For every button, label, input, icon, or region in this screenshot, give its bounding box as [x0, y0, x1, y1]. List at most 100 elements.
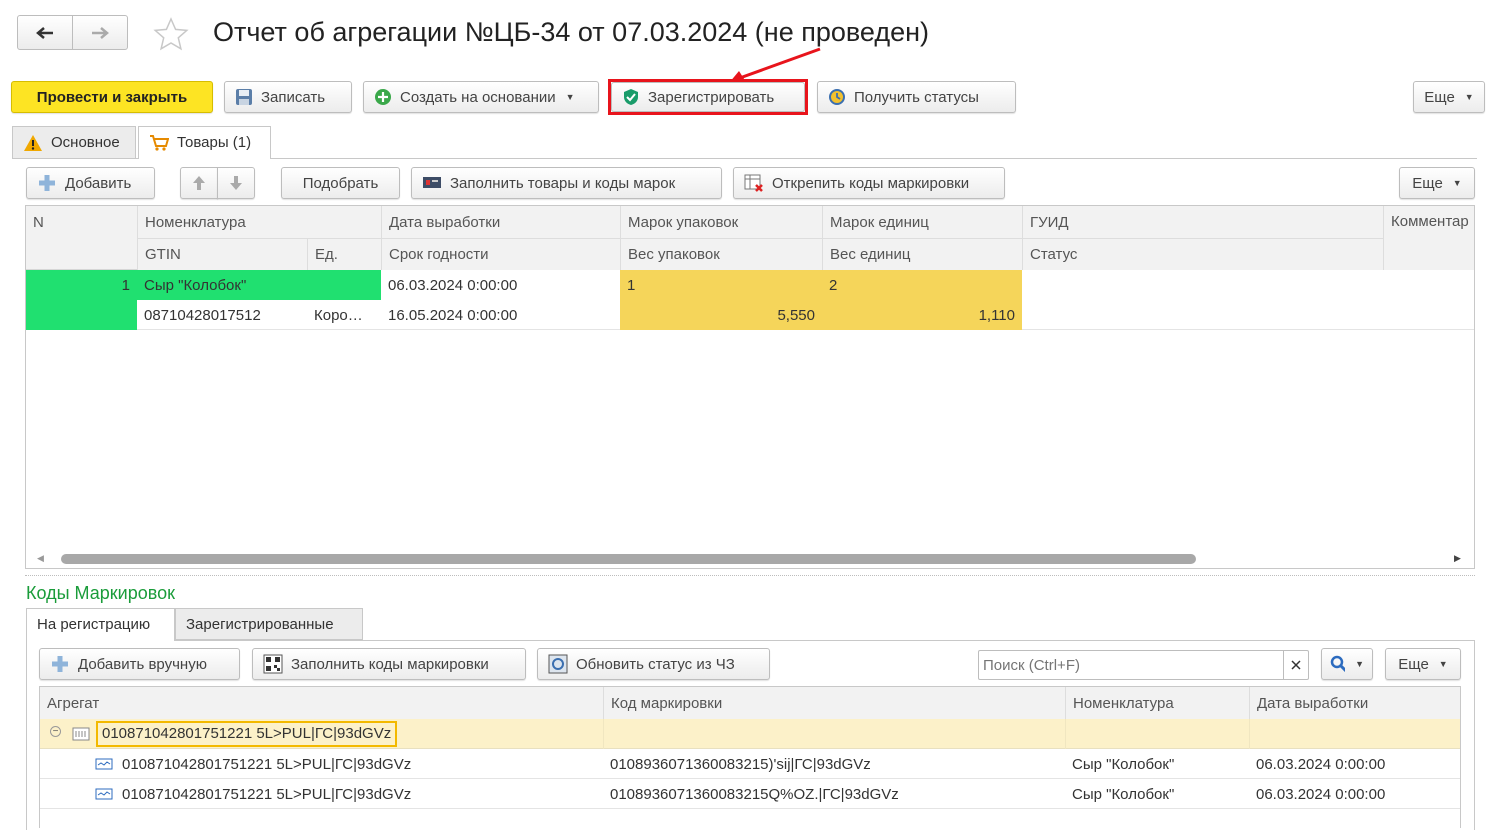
pick-button[interactable]: Подобрать	[281, 167, 400, 199]
header-production-date[interactable]: Дата выработки	[1249, 687, 1460, 719]
cell-aggregate[interactable]: 010871042801751221 5L>PUL|ГС|93dGVz	[115, 779, 603, 809]
collapse-icon[interactable]: −	[50, 726, 61, 737]
header-expiry-date[interactable]: Срок годности	[381, 238, 620, 270]
header-unit-weight[interactable]: Вес единиц	[822, 238, 1022, 270]
cell-unit[interactable]: Коро…	[307, 300, 381, 330]
goods-more-button[interactable]: Еще ▼	[1399, 167, 1475, 199]
back-button[interactable]	[17, 15, 73, 50]
tab-for-registration-joint	[27, 640, 174, 641]
move-up-button[interactable]	[180, 167, 218, 199]
chevron-down-icon: ▼	[1452, 178, 1462, 188]
cell-pack-marks[interactable]: 1	[620, 270, 822, 300]
cell-production-date[interactable]: 06.03.2024 0:00:00	[381, 270, 620, 300]
cell-mark-code[interactable]: 0108936071360083215)'sij|ГС|93dGVz	[603, 749, 1065, 779]
clear-search-button[interactable]	[1283, 651, 1308, 679]
plus-icon	[52, 656, 68, 672]
codes-more-label: Еще	[1398, 655, 1429, 673]
star-icon[interactable]	[152, 16, 190, 52]
chevron-down-icon: ▼	[565, 92, 575, 102]
warning-icon	[24, 134, 42, 151]
tab-goods[interactable]: Товары (1)	[138, 126, 271, 159]
group-aggregate-code[interactable]: 010871042801751221 5L>PUL|ГС|93dGVz	[96, 721, 398, 747]
cell-n[interactable]: 1	[26, 270, 137, 330]
arrow-left-icon	[36, 26, 53, 39]
header-unit-marks[interactable]: Марок единиц	[822, 206, 1022, 238]
fill-codes-button[interactable]: Заполнить коды маркировки	[252, 648, 526, 680]
header-mark-code[interactable]: Код маркировки	[603, 687, 1065, 719]
tab-for-registration[interactable]: На регистрацию	[26, 608, 175, 641]
tab-registered-label: Зарегистрированные	[186, 615, 334, 633]
cell-unit-marks[interactable]: 2	[822, 270, 1022, 300]
cell-aggregate[interactable]: 010871042801751221 5L>PUL|ГС|93dGVz	[115, 749, 603, 779]
add-button[interactable]: Добавить	[26, 167, 155, 199]
table-row[interactable]: 010871042801751221 5L>PUL|ГС|93dGVz 0108…	[40, 779, 1460, 809]
register-highlight-frame	[608, 79, 808, 115]
fill-goods-codes-label: Заполнить товары и коды марок	[450, 174, 676, 192]
arrow-right-icon	[92, 26, 109, 39]
update-status-label: Обновить статус из ЧЗ	[576, 655, 735, 673]
plus-circle-icon	[375, 89, 391, 105]
aggregate-box-icon	[72, 727, 90, 741]
post-and-close-button[interactable]: Провести и закрыть	[11, 81, 213, 113]
update-status-button[interactable]: Обновить статус из ЧЗ	[537, 648, 770, 680]
cell-gtin[interactable]: 08710428017512	[137, 300, 307, 330]
post-and-close-label: Провести и закрыть	[36, 88, 188, 106]
scroll-left-icon[interactable]: ◀	[37, 553, 44, 564]
tab-registered[interactable]: Зарегистрированные	[175, 608, 363, 640]
get-statuses-label: Получить статусы	[854, 88, 979, 106]
scrollbar-thumb[interactable]	[61, 554, 1196, 564]
tab-goods-joint	[139, 158, 270, 159]
qr-code-icon	[263, 654, 283, 674]
more-button[interactable]: Еще ▼	[1413, 81, 1485, 113]
cell-nomenclature[interactable]: Сыр "Колобок"	[137, 270, 381, 300]
header-comment[interactable]: Комментар	[1383, 206, 1474, 270]
get-statuses-button[interactable]: Получить статусы	[817, 81, 1016, 113]
header-production-date[interactable]: Дата выработки	[381, 206, 620, 238]
cell-expiry-date[interactable]: 16.05.2024 0:00:00	[381, 300, 620, 330]
header-nomenclature[interactable]: Номенклатура	[137, 206, 381, 238]
move-down-button[interactable]	[217, 167, 255, 199]
splitter[interactable]	[25, 575, 1475, 576]
cell-pack-weight[interactable]: 5,550	[620, 300, 822, 330]
search-button[interactable]: ▼	[1321, 648, 1373, 680]
header-n[interactable]: N	[26, 206, 137, 238]
header-gtin[interactable]: GTIN	[137, 238, 307, 270]
add-manual-label: Добавить вручную	[78, 655, 207, 673]
add-manual-button[interactable]: Добавить вручную	[39, 648, 240, 680]
header-unit[interactable]: Ед.	[307, 238, 381, 270]
search-input[interactable]	[979, 651, 1283, 679]
cell-unit-weight[interactable]: 1,110	[822, 300, 1022, 330]
tab-for-registration-label: На регистрацию	[37, 616, 151, 633]
status-update-icon	[548, 654, 568, 674]
forward-button[interactable]	[72, 15, 128, 50]
fill-goods-codes-button[interactable]: Заполнить товары и коды марок	[411, 167, 722, 199]
search-input-wrapper	[978, 650, 1309, 680]
arrow-down-icon	[230, 176, 242, 190]
header-nomenclature[interactable]: Номенклатура	[1065, 687, 1249, 719]
cell-production-date[interactable]: 06.03.2024 0:00:00	[1249, 779, 1460, 809]
group-col-divider	[603, 719, 604, 749]
header-aggregate[interactable]: Агрегат	[40, 687, 603, 719]
tab-main[interactable]: Основное	[12, 126, 136, 159]
scanner-icon	[423, 177, 441, 188]
cell-nomenclature[interactable]: Сыр "Колобок"	[1065, 749, 1249, 779]
chevron-down-icon: ▼	[1355, 659, 1364, 669]
cell-production-date[interactable]: 06.03.2024 0:00:00	[1249, 749, 1460, 779]
horizontal-scrollbar[interactable]: ◀ ▶	[26, 550, 1474, 568]
codes-more-button[interactable]: Еще ▼	[1385, 648, 1461, 680]
create-based-on-button[interactable]: Создать на основании ▼	[363, 81, 599, 113]
group-row[interactable]: − 010871042801751221 5L>PUL|ГС|93dGVz	[40, 719, 1460, 749]
table-row[interactable]: 010871042801751221 5L>PUL|ГС|93dGVz 0108…	[40, 749, 1460, 779]
scroll-right-icon[interactable]: ▶	[1454, 553, 1461, 564]
cell-nomenclature[interactable]: Сыр "Колобок"	[1065, 779, 1249, 809]
detach-codes-button[interactable]: Открепить коды маркировки	[733, 167, 1005, 199]
header-guid[interactable]: ГУИД	[1022, 206, 1383, 238]
cell-mark-code[interactable]: 0108936071360083215Q%OZ.|ГС|93dGVz	[603, 779, 1065, 809]
codes-table: Агрегат Код маркировки Номенклатура Дата…	[39, 686, 1461, 828]
header-pack-marks[interactable]: Марок упаковок	[620, 206, 822, 238]
header-pack-weight[interactable]: Вес упаковок	[620, 238, 822, 270]
header-status[interactable]: Статус	[1022, 238, 1383, 270]
arrow-up-icon	[193, 176, 205, 190]
fill-codes-label: Заполнить коды маркировки	[291, 655, 489, 673]
save-button[interactable]: Записать	[224, 81, 352, 113]
